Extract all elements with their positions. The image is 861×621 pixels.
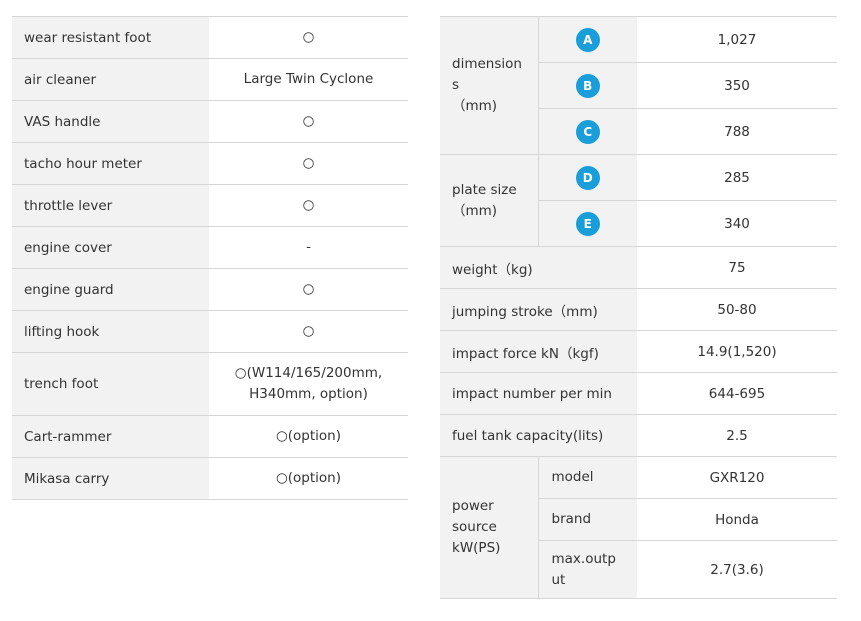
- row-value: ○: [302, 29, 315, 45]
- dimension-b-badge: B: [575, 73, 600, 98]
- row-value: 788: [637, 108, 837, 155]
- badge-cell: C: [537, 108, 637, 155]
- row-label: lifting hook: [12, 310, 209, 353]
- table-row: Mikasa carry ○(option): [12, 457, 408, 500]
- table-row: plate size （mm) D 285: [440, 154, 837, 247]
- row-label: tacho hour meter: [12, 142, 209, 185]
- label-line: source: [452, 519, 497, 535]
- row-value: 1,027: [637, 16, 837, 63]
- row-label: engine guard: [12, 268, 209, 311]
- row-value: 340: [637, 200, 837, 247]
- row-value: 644-695: [637, 372, 837, 415]
- row-label: fuel tank capacity(lits): [440, 414, 637, 457]
- badge-cell: E: [537, 200, 637, 247]
- equipment-spec-table: wear resistant foot ○ air cleaner Large …: [12, 16, 408, 500]
- row-value: 285: [637, 154, 837, 201]
- specification-table: dimension s （mm) A 1,027 B 350 C 788 pla…: [440, 16, 837, 599]
- label-line: （mm): [452, 98, 498, 114]
- row-label: Mikasa carry: [12, 457, 209, 500]
- badge-cell: D: [537, 154, 637, 201]
- plate-d-badge: D: [575, 165, 600, 190]
- row-label: wear resistant foot: [12, 16, 209, 59]
- row-value: Honda: [637, 498, 837, 541]
- table-row: power source kW(PS) model GXR120: [440, 456, 837, 599]
- row-label: engine cover: [12, 226, 209, 269]
- dimensions-label: dimension s （mm): [440, 16, 538, 155]
- table-row: fuel tank capacity(lits) 2.5: [440, 414, 837, 457]
- row-label: jumping stroke（mm): [440, 288, 637, 331]
- row-value: ○: [302, 323, 315, 339]
- sub-label: model: [537, 456, 637, 499]
- label-line: power: [452, 498, 494, 514]
- value-line: ○(W114/165/200mm,: [234, 365, 383, 381]
- table-row: lifting hook ○: [12, 310, 408, 353]
- sub-label: max.outp ut: [537, 540, 637, 599]
- table-row: dimension s （mm) A 1,027: [440, 16, 837, 155]
- row-value: -: [306, 239, 311, 255]
- row-value: 50-80: [637, 288, 837, 331]
- table-row: impact force kN（kgf) 14.9(1,520): [440, 330, 837, 373]
- label-line: kW(PS): [452, 540, 501, 556]
- table-row: impact number per min 644-695: [440, 372, 837, 415]
- label-line: s: [452, 77, 460, 93]
- row-value: 75: [637, 246, 837, 289]
- badge-cell: A: [537, 16, 637, 63]
- row-value: 14.9(1,520): [637, 330, 837, 373]
- row-label: throttle lever: [12, 184, 209, 227]
- row-value: ○(option): [275, 470, 341, 486]
- label-line: （mm): [452, 202, 498, 219]
- table-row: VAS handle ○: [12, 100, 408, 143]
- table-row: wear resistant foot ○: [12, 16, 408, 59]
- row-value: GXR120: [637, 456, 837, 499]
- row-value: 2.5: [637, 414, 837, 457]
- badge-cell: B: [537, 62, 637, 109]
- table-row: Cart-rammer ○(option): [12, 415, 408, 458]
- plate-e-badge: E: [575, 211, 600, 236]
- label-line: max.outp: [551, 550, 616, 567]
- table-row: engine guard ○: [12, 268, 408, 311]
- value-line: H340mm, option): [249, 386, 368, 402]
- table-row: trench foot ○(W114/165/200mm, H340mm, op…: [12, 352, 408, 416]
- plate-size-label: plate size （mm): [440, 154, 538, 247]
- row-value: ○: [302, 281, 315, 297]
- label-line: ut: [551, 571, 566, 588]
- power-source-label: power source kW(PS): [440, 456, 538, 599]
- dimension-a-badge: A: [575, 27, 600, 52]
- row-label: impact number per min: [440, 372, 637, 415]
- label-line: plate size: [452, 181, 517, 198]
- table-row: weight（kg) 75: [440, 246, 837, 289]
- dimension-c-badge: C: [575, 119, 600, 144]
- row-label: VAS handle: [12, 100, 209, 143]
- row-value: 2.7(3.6): [637, 540, 837, 599]
- row-label: weight（kg): [440, 246, 637, 289]
- sub-label: brand: [537, 498, 637, 541]
- row-label: trench foot: [12, 352, 209, 416]
- table-row: jumping stroke（mm) 50-80: [440, 288, 837, 331]
- row-value: ○: [302, 155, 315, 171]
- label-line: dimension: [452, 56, 522, 72]
- row-value: ○(option): [275, 428, 341, 444]
- row-value: ○: [302, 197, 315, 213]
- table-row: tacho hour meter ○: [12, 142, 408, 185]
- row-value: ○: [302, 113, 315, 129]
- table-row: engine cover -: [12, 226, 408, 269]
- row-value: ○(W114/165/200mm, H340mm, option): [209, 353, 408, 416]
- table-row: throttle lever ○: [12, 184, 408, 227]
- row-value: 350: [637, 62, 837, 109]
- table-row: air cleaner Large Twin Cyclone: [12, 58, 408, 101]
- row-label: Cart-rammer: [12, 415, 209, 458]
- row-value: Large Twin Cyclone: [243, 71, 374, 87]
- row-label: impact force kN（kgf): [440, 330, 637, 373]
- row-label: air cleaner: [12, 58, 209, 101]
